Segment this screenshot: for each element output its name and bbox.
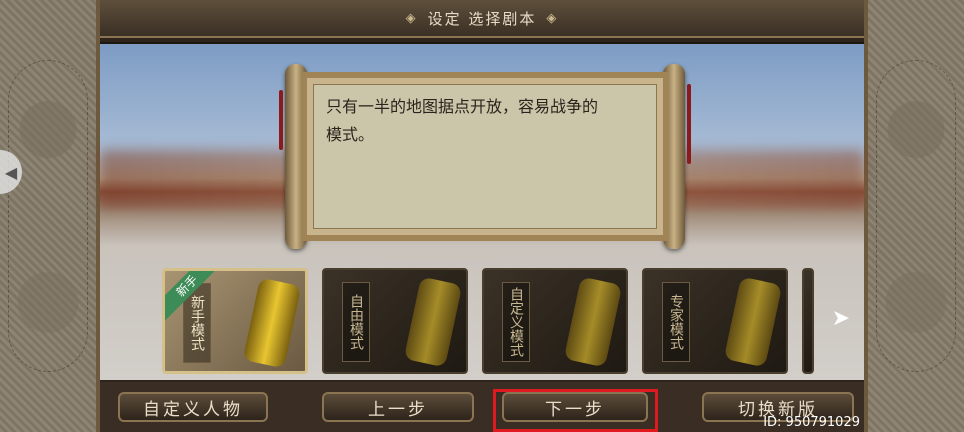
ornament-icon: ◈ <box>405 10 418 26</box>
title-bar: ◈ 设定 选择剧本 ◈ <box>100 0 864 38</box>
mode-card-custom[interactable]: 自定义模式 <box>482 268 628 374</box>
scroll-icon <box>563 276 623 368</box>
page-title: 设定 选择剧本 <box>427 9 537 28</box>
mode-description: 只有一半的地图据点开放，容易战争的 模式。 <box>313 84 657 229</box>
custom-character-button[interactable]: 自定义人物 <box>118 392 268 422</box>
description-line: 只有一半的地图据点开放，容易战争的 <box>326 97 599 116</box>
mode-card-list: 新手模式 新手 自由模式 自定义模式 专家模式 <box>162 268 814 374</box>
dragon-emblem-icon <box>876 60 956 372</box>
scroll-icon <box>403 276 463 368</box>
mode-card-expert[interactable]: 专家模式 <box>642 268 788 374</box>
ornament-icon: ◈ <box>546 10 559 26</box>
mode-card-more[interactable] <box>802 268 814 374</box>
dragon-emblem-icon <box>8 60 88 372</box>
mode-card-label: 自定义模式 <box>502 282 530 362</box>
right-ornament-panel <box>862 0 964 432</box>
watermark: ID: 950791029 <box>763 415 860 430</box>
scroll-paper: 只有一半的地图据点开放，容易战争的 模式。 <box>301 72 669 241</box>
mode-card-free[interactable]: 自由模式 <box>322 268 468 374</box>
main-frame: ◈ 设定 选择剧本 ◈ 只有一半的地图据点开放，容易战争的 模式。 新手模式 新… <box>96 0 868 432</box>
description-line: 模式。 <box>326 125 375 144</box>
mode-card-novice[interactable]: 新手模式 新手 <box>162 268 308 374</box>
mode-card-label: 专家模式 <box>662 282 690 362</box>
left-ornament-panel <box>0 0 102 432</box>
highlight-box <box>493 389 658 432</box>
tassel-icon <box>687 84 691 164</box>
scene-background: 只有一半的地图据点开放，容易战争的 模式。 新手模式 新手 自由模式 自定义模式… <box>100 42 864 380</box>
description-scroll: 只有一半的地图据点开放，容易战争的 模式。 <box>279 64 691 249</box>
scroll-icon <box>242 277 302 369</box>
bottom-button-bar: 自定义人物 上一步 下一步 切换新版 <box>100 382 864 432</box>
scroll-icon <box>723 276 783 368</box>
tassel-icon <box>279 90 283 150</box>
scroll-right-arrow-icon[interactable]: ➤ <box>832 306 850 331</box>
mode-card-label: 自由模式 <box>342 282 370 362</box>
previous-step-button[interactable]: 上一步 <box>322 392 474 422</box>
